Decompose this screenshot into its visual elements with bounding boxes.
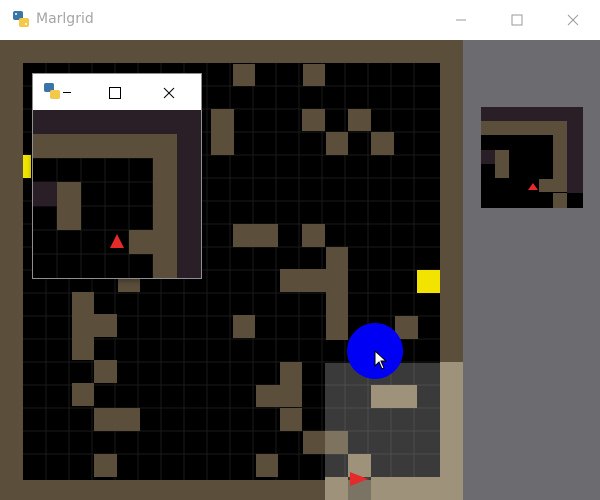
agent-view-overlay [325, 362, 463, 500]
maximize-icon [511, 14, 523, 26]
minimap [481, 107, 583, 208]
python-icon [12, 10, 30, 28]
title-bar[interactable]: Marlgrid [0, 0, 600, 40]
close-button[interactable] [550, 0, 596, 40]
agent-view-canvas [33, 110, 201, 278]
minimize-icon [456, 19, 466, 21]
minimize-button[interactable] [438, 0, 484, 40]
main-view [0, 40, 600, 500]
goal-square [23, 155, 31, 178]
window-title: Marlgrid [36, 11, 94, 27]
child-title-bar[interactable] [33, 74, 201, 110]
marlgrid-window: Marlgrid [0, 0, 600, 500]
agent-view-window[interactable] [32, 73, 202, 279]
mouse-pointer-icon [374, 349, 388, 374]
maximize-icon[interactable] [109, 87, 121, 99]
minimize-icon[interactable] [63, 92, 71, 93]
close-icon [567, 14, 579, 26]
maximize-button[interactable] [494, 0, 540, 40]
close-icon[interactable] [163, 84, 175, 103]
python-icon [43, 82, 61, 100]
goal-square [417, 270, 440, 293]
